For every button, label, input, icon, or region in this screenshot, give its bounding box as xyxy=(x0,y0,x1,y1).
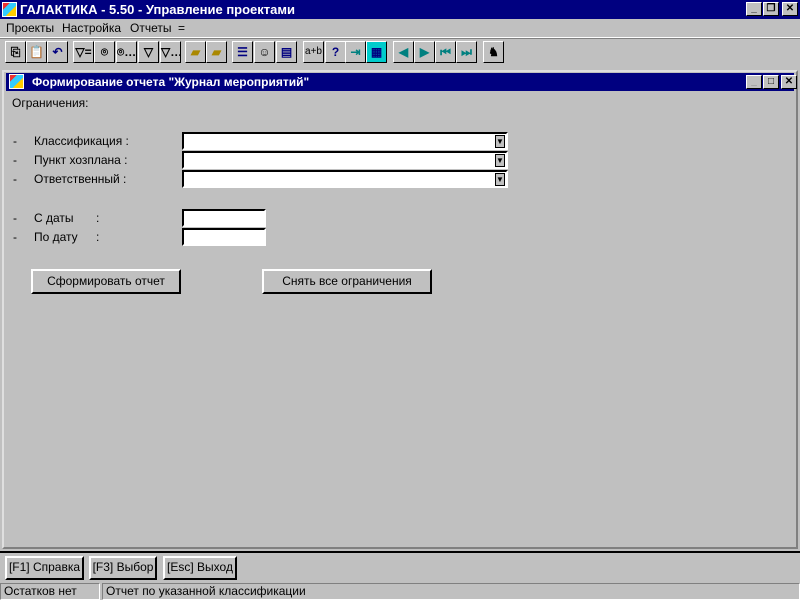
date-from-colon: : xyxy=(96,211,100,225)
status-left: Остатков нет xyxy=(0,583,100,600)
menu-settings[interactable]: Настройка xyxy=(62,21,121,35)
find-icon[interactable]: ⌾ xyxy=(94,41,115,63)
generate-report-button[interactable]: Сформировать отчет xyxy=(31,269,181,294)
date-from-label: С даты xyxy=(34,211,74,225)
dropdown-arrow-icon[interactable]: ▼ xyxy=(495,135,505,148)
bullet: - xyxy=(13,230,17,244)
status-right: Отчет по указанной классификации xyxy=(102,583,800,600)
minimize-button[interactable]: _ xyxy=(746,2,762,16)
last-icon[interactable]: ⏭ xyxy=(456,41,477,63)
select-button[interactable]: [F3] Выбор xyxy=(89,556,157,580)
app-title-bar: ГАЛАКТИКА - 5.50 - Управление проектами … xyxy=(0,0,800,19)
menu-extra[interactable]: = xyxy=(178,21,185,35)
menu-bar: Проекты Настройка Отчеты = xyxy=(0,19,800,38)
first-icon[interactable]: ⏮ xyxy=(435,41,456,63)
filter-find-next-icon[interactable]: ▽… xyxy=(160,41,182,63)
date-to-colon: : xyxy=(96,230,100,244)
next-icon[interactable]: ▶ xyxy=(414,41,435,63)
exit-icon[interactable]: ⇥ xyxy=(345,41,366,63)
date-to-label: По дату xyxy=(34,230,78,244)
bullet: - xyxy=(13,134,17,148)
exit-button[interactable]: [Esc] Выход xyxy=(163,556,237,580)
dropdown-arrow-icon[interactable]: ▼ xyxy=(495,154,505,167)
folder-search-icon[interactable]: ▰ xyxy=(206,41,227,63)
dropdown-arrow-icon[interactable]: ▼ xyxy=(495,173,505,186)
list-icon[interactable]: ☰ xyxy=(232,41,253,63)
filter-icon[interactable]: ▽= xyxy=(73,41,94,63)
date-to-input[interactable] xyxy=(182,228,266,246)
help-button[interactable]: [F1] Справка xyxy=(5,556,84,580)
find-next-icon[interactable]: ⌾… xyxy=(116,41,137,63)
report-window-title: Формирование отчета "Журнал мероприятий" xyxy=(32,75,310,89)
classification-label: Классификация : xyxy=(34,134,129,148)
calculator-icon[interactable]: a+b xyxy=(303,41,324,63)
bullet: - xyxy=(13,172,17,186)
help-icon[interactable]: ? xyxy=(325,41,346,63)
responsible-combo[interactable]: ▼ xyxy=(182,170,508,188)
table-icon[interactable]: ▤ xyxy=(276,41,297,63)
clear-restrictions-button[interactable]: Снять все ограничения xyxy=(262,269,432,294)
bullet: - xyxy=(13,153,17,167)
window-minimize-button[interactable]: _ xyxy=(746,75,762,89)
plan-item-combo[interactable]: ▼ xyxy=(182,151,508,169)
app-icon xyxy=(2,2,17,17)
bullet: - xyxy=(13,211,17,225)
report-icon[interactable]: ▦ xyxy=(366,41,387,63)
menu-projects[interactable]: Проекты xyxy=(6,21,54,35)
open-folder-icon[interactable]: ▰ xyxy=(185,41,206,63)
undo-icon[interactable]: ↶ xyxy=(47,41,68,63)
footprints-icon[interactable]: ♞ xyxy=(483,41,504,63)
divider xyxy=(0,551,800,553)
responsible-label: Ответственный : xyxy=(34,172,127,186)
window-icon xyxy=(9,74,24,89)
plan-item-label: Пункт хозплана : xyxy=(34,153,128,167)
close-button[interactable]: ✕ xyxy=(782,2,798,16)
menu-reports[interactable]: Отчеты xyxy=(130,21,171,35)
paste-icon[interactable]: 📋 xyxy=(26,41,47,63)
report-window: Формирование отчета "Журнал мероприятий"… xyxy=(2,70,798,549)
window-close-button[interactable]: ✕ xyxy=(781,75,797,89)
date-from-input[interactable] xyxy=(182,209,266,227)
restore-button[interactable]: ❐ xyxy=(763,2,779,16)
window-maximize-button[interactable]: □ xyxy=(763,75,779,89)
prev-icon[interactable]: ◀ xyxy=(393,41,414,63)
restrictions-heading: Ограничения: xyxy=(12,96,89,110)
app-title: ГАЛАКТИКА - 5.50 - Управление проектами xyxy=(20,2,295,17)
smiley-icon[interactable]: ☺ xyxy=(254,41,275,63)
toolbar: ⎘ 📋 ↶ ▽= ⌾ ⌾… ▽ ▽… ▰ ▰ ☰ ☺ ▤ a+b ? ⇥ ▦ ◀… xyxy=(0,38,800,66)
report-window-title-bar: Формирование отчета "Журнал мероприятий"… xyxy=(6,73,797,91)
classification-combo[interactable]: ▼ xyxy=(182,132,508,150)
filter-find-icon[interactable]: ▽ xyxy=(138,41,159,63)
copy-icon[interactable]: ⎘ xyxy=(5,41,26,63)
